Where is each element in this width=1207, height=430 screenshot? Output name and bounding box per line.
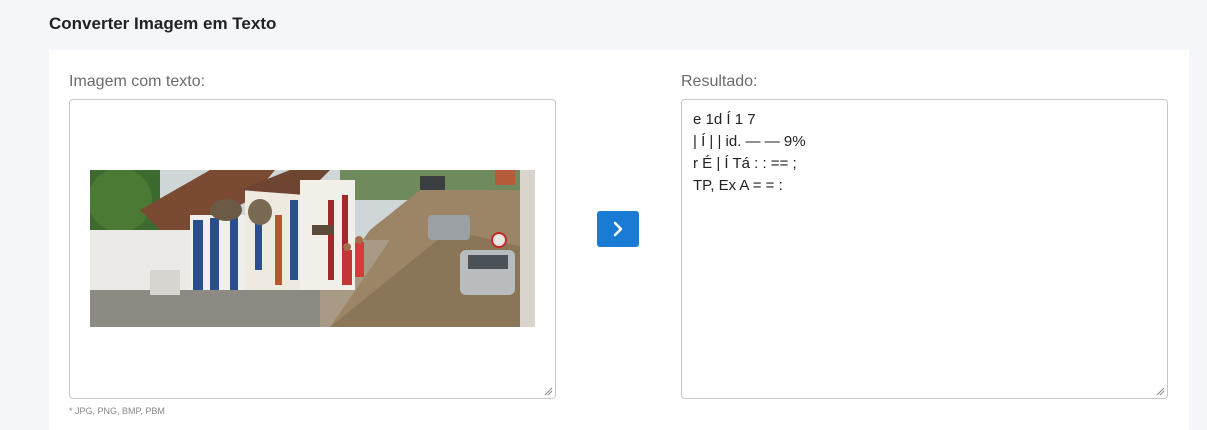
file-type-hint: * JPG, PNG, BMP, PBM [69, 406, 165, 416]
uploaded-image-preview [90, 170, 535, 327]
resize-grip-icon[interactable] [544, 387, 553, 396]
result-textarea[interactable]: e 1d Í 1 7 | Í | | id. — — 9% r É | Í Tá… [681, 99, 1168, 399]
resize-grip-icon[interactable] [1156, 387, 1165, 396]
chevron-right-icon [613, 221, 623, 237]
converter-card: Imagem com texto: * JPG, PNG, BMP, PBM R… [49, 50, 1189, 430]
page-title: Converter Imagem em Texto [49, 14, 277, 33]
convert-button[interactable] [597, 211, 639, 247]
image-input-area[interactable] [69, 99, 556, 399]
result-label: Resultado: [681, 73, 758, 90]
image-input-label: Imagem com texto: [69, 73, 206, 90]
result-line: TP, Ex A = = : [693, 177, 783, 194]
result-line: e 1d Í 1 7 [693, 111, 756, 128]
result-line: | Í | | id. — — 9% [693, 133, 806, 150]
result-line: r É | Í Tá : : == ; [693, 155, 797, 172]
